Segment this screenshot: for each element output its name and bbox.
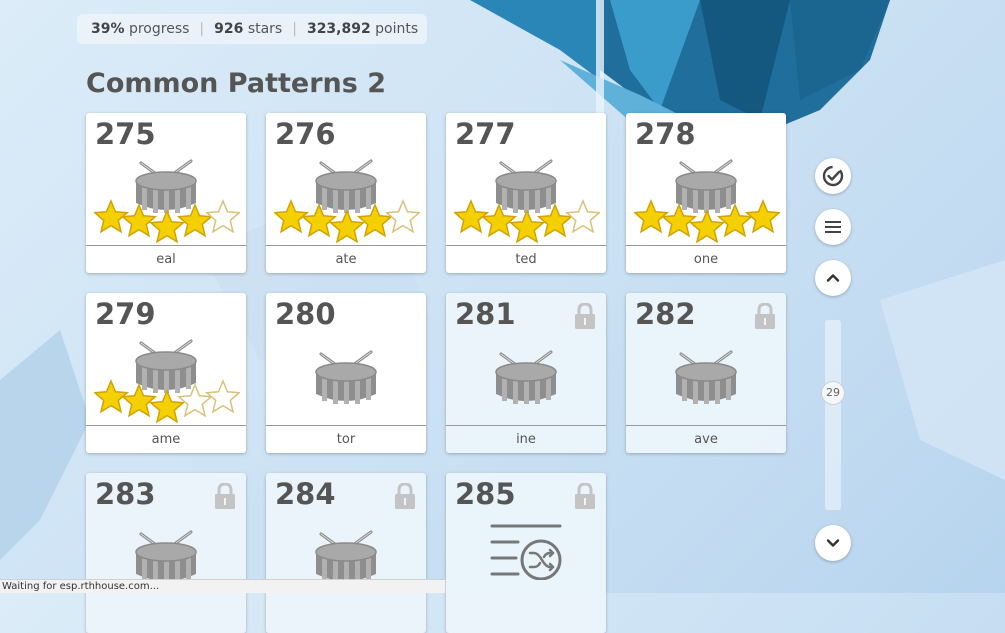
star-filled-icon [328,209,366,244]
lock-icon [394,482,416,513]
star-rating [452,196,602,250]
check-button[interactable] [815,158,851,194]
level-number: 282 [635,297,696,331]
points-value: 323,892 [306,21,371,37]
divider: | [199,21,205,37]
level-number: 279 [95,297,156,331]
lock-icon [754,302,776,333]
star-filled-icon [744,199,782,234]
level-card-276[interactable]: 276 ate [266,113,426,273]
level-card-280[interactable]: 280 tor [266,293,426,453]
level-card-275[interactable]: 275 eal [86,113,246,273]
star-filled-icon [148,209,186,244]
level-number: 276 [275,117,336,151]
level-number: 283 [95,477,156,511]
level-card-278[interactable]: 278 one [626,113,786,273]
level-card-284[interactable]: 284 [266,473,426,633]
star-filled-icon [356,203,394,238]
level-number: 284 [275,477,336,511]
level-label: one [626,245,786,273]
progress-value: 39% [91,21,125,37]
level-label: ted [446,245,606,273]
level-label: eal [86,245,246,273]
menu-icon [825,221,841,233]
level-label: ave [626,425,786,453]
star-filled-icon [660,203,698,238]
divider: | [292,21,297,37]
star-filled-icon [536,203,574,238]
menu-button[interactable] [815,209,851,245]
star-empty-icon [564,199,602,234]
level-label: ame [86,425,246,453]
level-label: ate [266,245,426,273]
level-card-282[interactable]: 282 ave [626,293,786,453]
drum-icon [673,348,739,408]
level-card-283[interactable]: 283 [86,473,246,633]
star-filled-icon [176,203,214,238]
level-number: 275 [95,117,156,151]
level-number: 277 [455,117,516,151]
level-card-279[interactable]: 279 ame [86,293,246,453]
drum-icon [493,348,559,408]
star-rating [92,376,242,430]
star-filled-icon [120,383,158,418]
section-title: Common Patterns 2 [86,68,387,99]
star-filled-icon [120,203,158,238]
level-number: 278 [635,117,696,151]
star-empty-icon [176,383,214,418]
star-filled-icon [148,389,186,424]
level-number: 281 [455,297,516,331]
lock-icon [574,302,596,333]
scroll-up-button[interactable] [815,260,851,296]
lock-icon [214,482,236,513]
drum-icon [313,348,379,408]
stars-value: 926 [214,21,244,37]
star-filled-icon [688,209,726,244]
level-card-281[interactable]: 281 ine [446,293,606,453]
star-empty-icon [204,199,242,234]
star-filled-icon [300,203,338,238]
browser-status-bar: Waiting for esp.rthhouse.com... [0,579,446,593]
chevron-down-icon [826,539,840,547]
star-filled-icon [716,203,754,238]
stats-bar: 39% progress | 926 stars | 323,892 point… [77,14,427,44]
level-card-285[interactable]: 285 [446,473,606,633]
star-filled-icon [480,203,518,238]
level-label: tor [266,425,426,453]
star-empty-icon [384,199,422,234]
points-label: points [375,21,419,37]
level-label: ine [446,425,606,453]
star-filled-icon [508,209,546,244]
level-card-277[interactable]: 277 ted [446,113,606,273]
star-rating [92,196,242,250]
lock-icon [574,482,596,513]
chevron-up-icon [826,274,840,282]
scroll-track[interactable]: 29 [821,320,845,510]
scroll-thumb[interactable]: 29 [821,381,845,405]
stars-label: stars [247,21,283,37]
star-rating [632,196,782,250]
shuffle-list-icon [486,520,566,584]
star-empty-icon [204,379,242,414]
check-circle-icon [822,165,844,187]
level-number: 280 [275,297,336,331]
progress-label: progress [128,21,190,37]
scroll-down-button[interactable] [815,525,851,561]
star-rating [272,196,422,250]
level-number: 285 [455,477,516,511]
